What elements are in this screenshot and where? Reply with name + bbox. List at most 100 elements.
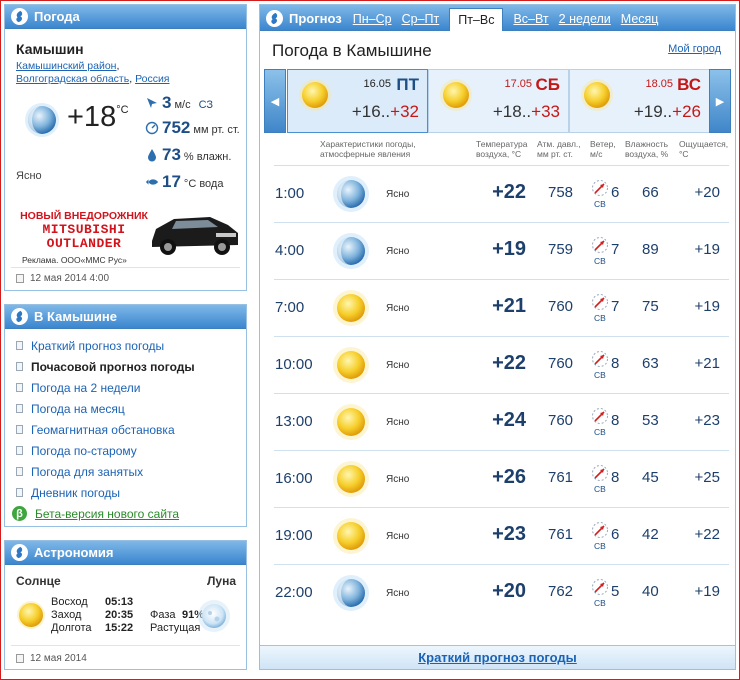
row-feels-like: +19	[694, 298, 720, 315]
current-condition: Ясно	[16, 170, 42, 182]
document-icon	[16, 362, 23, 371]
link-beta-site[interactable]: β Бета-версия нового сайта	[12, 503, 246, 524]
row-wind-direction: СВ	[594, 541, 606, 551]
divider	[11, 267, 240, 268]
row-feels-like: +25	[694, 469, 720, 486]
region-link[interactable]: Волгоградская область	[16, 73, 129, 85]
ad-disclaimer: Реклама. ООО«ММС Рус»	[22, 255, 127, 265]
region-breadcrumb: Камышинский район, Волгоградская область…	[16, 60, 170, 86]
tab-month[interactable]: Месяц	[621, 8, 659, 30]
row-time: 19:00	[275, 527, 313, 544]
humidity-stat: 73 % влажн.	[145, 145, 231, 165]
beta-icon: β	[12, 506, 27, 521]
city-name: Камышин	[16, 41, 84, 57]
day-temp-high: +32	[390, 102, 419, 121]
row-temperature: +22	[492, 181, 526, 203]
link-label: Краткий прогноз погоды	[31, 338, 165, 353]
day-date: 16.05	[363, 78, 391, 90]
moon-state: Растущая	[150, 622, 201, 634]
moon-icon	[197, 599, 231, 638]
tab-sun-tue[interactable]: Вс–Вт	[513, 8, 548, 30]
city-links-header: В Камышине	[5, 305, 246, 329]
page-title: Погода в Камышине	[272, 41, 432, 60]
brief-forecast-link[interactable]: Краткий прогноз погоды	[418, 650, 577, 665]
water-temp-stat: 17 °С вода	[145, 172, 223, 192]
footer-bar: Краткий прогноз погоды	[260, 645, 735, 669]
ad-line-1: НОВЫЙ ВНЕДОРОЖНИК	[20, 210, 148, 222]
car-advertisement[interactable]: НОВЫЙ ВНЕДОРОЖНИК MITSUBISHI OUTLANDER Р…	[18, 209, 240, 267]
table-row: 10:00 Ясно +22 760 СВ 8 63 +21	[260, 336, 735, 393]
day-card-sun[interactable]: 18.05 ВС +19..+26	[569, 69, 710, 133]
wind-speed: 3	[162, 93, 172, 112]
sun-icon	[332, 517, 370, 560]
row-humidity: 45	[642, 469, 659, 486]
forecast-tab-title: Прогноз	[266, 6, 342, 30]
row-feels-like: +21	[694, 355, 720, 372]
my-city-link[interactable]: Мой город	[668, 43, 721, 55]
day-card-fri[interactable]: 16.05 ПТ +16..+32	[287, 69, 428, 133]
astronomy-date-text: 12 мая 2014	[30, 653, 87, 664]
row-feels-like: +20	[694, 184, 720, 201]
document-icon	[16, 446, 23, 455]
row-pressure: 760	[548, 298, 574, 315]
day-card-sat[interactable]: 17.05 СБ +18..+33	[428, 69, 569, 133]
row-pressure: 760	[548, 355, 574, 372]
link-brief-forecast[interactable]: Краткий прогноз погоды	[16, 335, 246, 356]
ad-line-2: MITSUBISHI	[42, 222, 126, 237]
link-label: Погода по-старому	[31, 443, 137, 458]
fish-icon	[145, 175, 159, 189]
link-month[interactable]: Погода на месяц	[16, 398, 246, 419]
prev-days-button[interactable]: ◀	[264, 69, 286, 133]
district-link[interactable]: Камышинский район	[16, 60, 116, 72]
daylength-time: 15:22	[105, 622, 134, 634]
tab-two-weeks[interactable]: 2 недели	[559, 8, 611, 30]
ad-text: НОВЫЙ ВНЕДОРОЖНИК MITSUBISHI OUTLANDER	[18, 209, 150, 251]
pressure-unit: мм рт. ст.	[193, 124, 240, 136]
sun-icon	[332, 346, 370, 389]
temperature-unit: °C	[116, 104, 129, 116]
row-wind-speed: 6	[611, 526, 620, 543]
next-days-button[interactable]: ▶	[709, 69, 731, 133]
sun-icon	[332, 289, 370, 332]
row-pressure: 761	[548, 526, 574, 543]
row-humidity: 42	[642, 526, 659, 543]
link-two-weeks[interactable]: Погода на 2 недели	[16, 377, 246, 398]
link-label: Погода для занятых	[31, 464, 144, 479]
link-old-style[interactable]: Погода по-старому	[16, 440, 246, 461]
astronomy-panel: Астрономия Солнце Луна Восход 05:13 Заход…	[4, 540, 247, 670]
row-wind-speed: 5	[611, 583, 620, 600]
day-name: ПТ	[396, 75, 419, 94]
gismeteo-logo-icon	[11, 308, 28, 325]
row-time: 22:00	[275, 584, 313, 601]
link-geomagnetic[interactable]: Геомагнитная обстановка	[16, 419, 246, 440]
row-wind-direction: СВ	[594, 256, 606, 266]
row-wind-direction: СВ	[594, 199, 606, 209]
day-temp-range: +18..+33	[493, 102, 560, 122]
day-temp-high: +26	[672, 102, 701, 121]
day-temp-high: +33	[531, 102, 560, 121]
tab-mon-wed[interactable]: Пн–Ср	[353, 8, 392, 30]
header-feels-like: Ощущается, °С	[679, 139, 729, 159]
sun-icon	[16, 600, 46, 635]
row-condition: Ясно	[386, 246, 410, 257]
link-diary[interactable]: Дневник погоды	[16, 482, 246, 503]
table-row: 13:00 Ясно +24 760 СВ 8 53 +23	[260, 393, 735, 450]
row-condition: Ясно	[386, 303, 410, 314]
region-separator: ,	[116, 60, 120, 72]
tab-wed-fri[interactable]: Ср–Пт	[402, 8, 440, 30]
row-temperature: +23	[492, 523, 526, 545]
row-condition: Ясно	[386, 531, 410, 542]
row-pressure: 759	[548, 241, 574, 258]
pressure-stat: 752 мм рт. ст.	[145, 118, 240, 138]
link-for-busy[interactable]: Погода для занятых	[16, 461, 246, 482]
row-wind-direction: СВ	[594, 484, 606, 494]
wind-arrow-icon	[145, 96, 159, 110]
row-condition: Ясно	[386, 417, 410, 428]
city-links-title: В Камышине	[34, 309, 117, 324]
country-link[interactable]: Россия	[135, 73, 169, 85]
row-time: 4:00	[275, 242, 305, 259]
tab-fri-sun[interactable]: Пт–Вс	[449, 8, 504, 31]
observation-date: 12 мая 2014 4:00	[16, 273, 109, 284]
city-links-panel: В Камышине Краткий прогноз погоды Почасо…	[4, 304, 247, 527]
document-icon	[16, 425, 23, 434]
